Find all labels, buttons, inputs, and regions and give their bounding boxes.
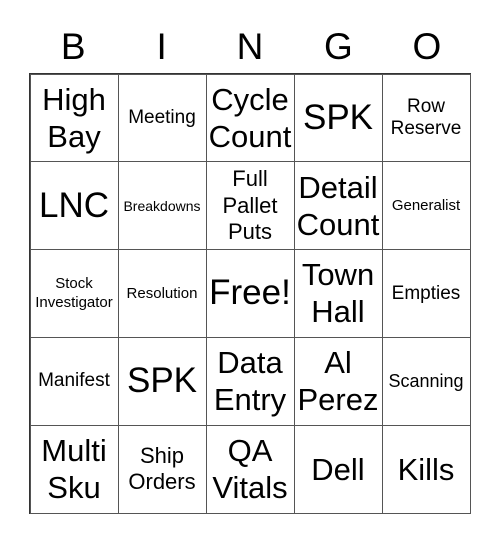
- cell-label: Row Reserve: [390, 96, 462, 139]
- cell-label: Detail Count: [296, 169, 380, 242]
- bingo-cell[interactable]: Dell: [293, 424, 383, 514]
- cell-label: Meeting: [128, 106, 196, 128]
- bingo-cell[interactable]: Scanning: [381, 336, 471, 426]
- cell-label: Cycle Count: [208, 81, 292, 154]
- header-letter-i: I: [156, 26, 167, 67]
- cell-label: Ship Orders: [128, 442, 196, 495]
- bingo-cell[interactable]: High Bay: [29, 73, 119, 163]
- cell-label: Manifest: [38, 370, 110, 392]
- cell-label: Al Perez: [297, 345, 379, 418]
- cell-label: Scanning: [388, 370, 464, 391]
- bingo-cell[interactable]: SPK: [117, 336, 207, 426]
- bingo-cell[interactable]: Breakdowns: [117, 161, 207, 251]
- cell-label: Data Entry: [213, 345, 287, 418]
- cell-label: Town Hall: [301, 257, 375, 330]
- bingo-cell[interactable]: Manifest: [29, 336, 119, 426]
- bingo-cell[interactable]: Empties: [381, 249, 471, 338]
- bingo-cell[interactable]: Cycle Count: [205, 73, 295, 163]
- cell-label: High Bay: [42, 81, 106, 154]
- cell-label: Breakdowns: [123, 197, 201, 214]
- header-letter-g: G: [324, 26, 353, 67]
- bingo-cell[interactable]: Full Pallet Puts: [205, 161, 295, 251]
- bingo-cell[interactable]: Row Reserve: [381, 73, 471, 163]
- cell-label: QA Vitals: [212, 432, 288, 506]
- bingo-cell[interactable]: Kills: [381, 424, 471, 514]
- cell-label: Dell: [311, 451, 365, 487]
- cell-label: SPK: [126, 361, 198, 401]
- bingo-cell[interactable]: Resolution: [117, 249, 207, 338]
- header-letter-b: B: [60, 26, 86, 67]
- bingo-cell[interactable]: Stock Investigator: [29, 249, 119, 338]
- cell-label: Generalist: [391, 196, 461, 214]
- bingo-header: B I N G O: [29, 22, 471, 72]
- bingo-cell[interactable]: Meeting: [117, 73, 207, 163]
- bingo-cell[interactable]: SPK: [293, 73, 383, 163]
- cell-label: Empties: [391, 282, 461, 304]
- cell-label: SPK: [302, 97, 374, 137]
- cell-label: Multi Sku: [41, 432, 107, 506]
- bingo-cell[interactable]: QA Vitals: [205, 424, 295, 514]
- bingo-cell[interactable]: Multi Sku: [29, 424, 119, 514]
- cell-label: Kills: [397, 451, 455, 487]
- cell-label: Full Pallet Puts: [222, 166, 278, 244]
- bingo-cell[interactable]: LNC: [29, 161, 119, 251]
- bingo-cell[interactable]: Data Entry: [205, 336, 295, 426]
- cell-label: LNC: [38, 185, 110, 225]
- header-letter-n: N: [236, 26, 264, 67]
- bingo-cell[interactable]: Detail Count: [293, 161, 383, 251]
- header-letter-o: O: [412, 26, 442, 67]
- bingo-cell[interactable]: Generalist: [381, 161, 471, 251]
- bingo-cell[interactable]: Al Perez: [293, 336, 383, 426]
- bingo-cell[interactable]: Ship Orders: [117, 424, 207, 514]
- cell-label: Free!: [209, 273, 291, 313]
- cell-label: Resolution: [126, 284, 198, 302]
- bingo-cell[interactable]: Town Hall: [293, 249, 383, 338]
- free-space-cell[interactable]: Free!: [205, 249, 295, 338]
- cell-label: Stock Investigator: [35, 274, 113, 312]
- bingo-grid: High Bay Meeting Cycle Count SPK Row Reserve…: [29, 73, 471, 514]
